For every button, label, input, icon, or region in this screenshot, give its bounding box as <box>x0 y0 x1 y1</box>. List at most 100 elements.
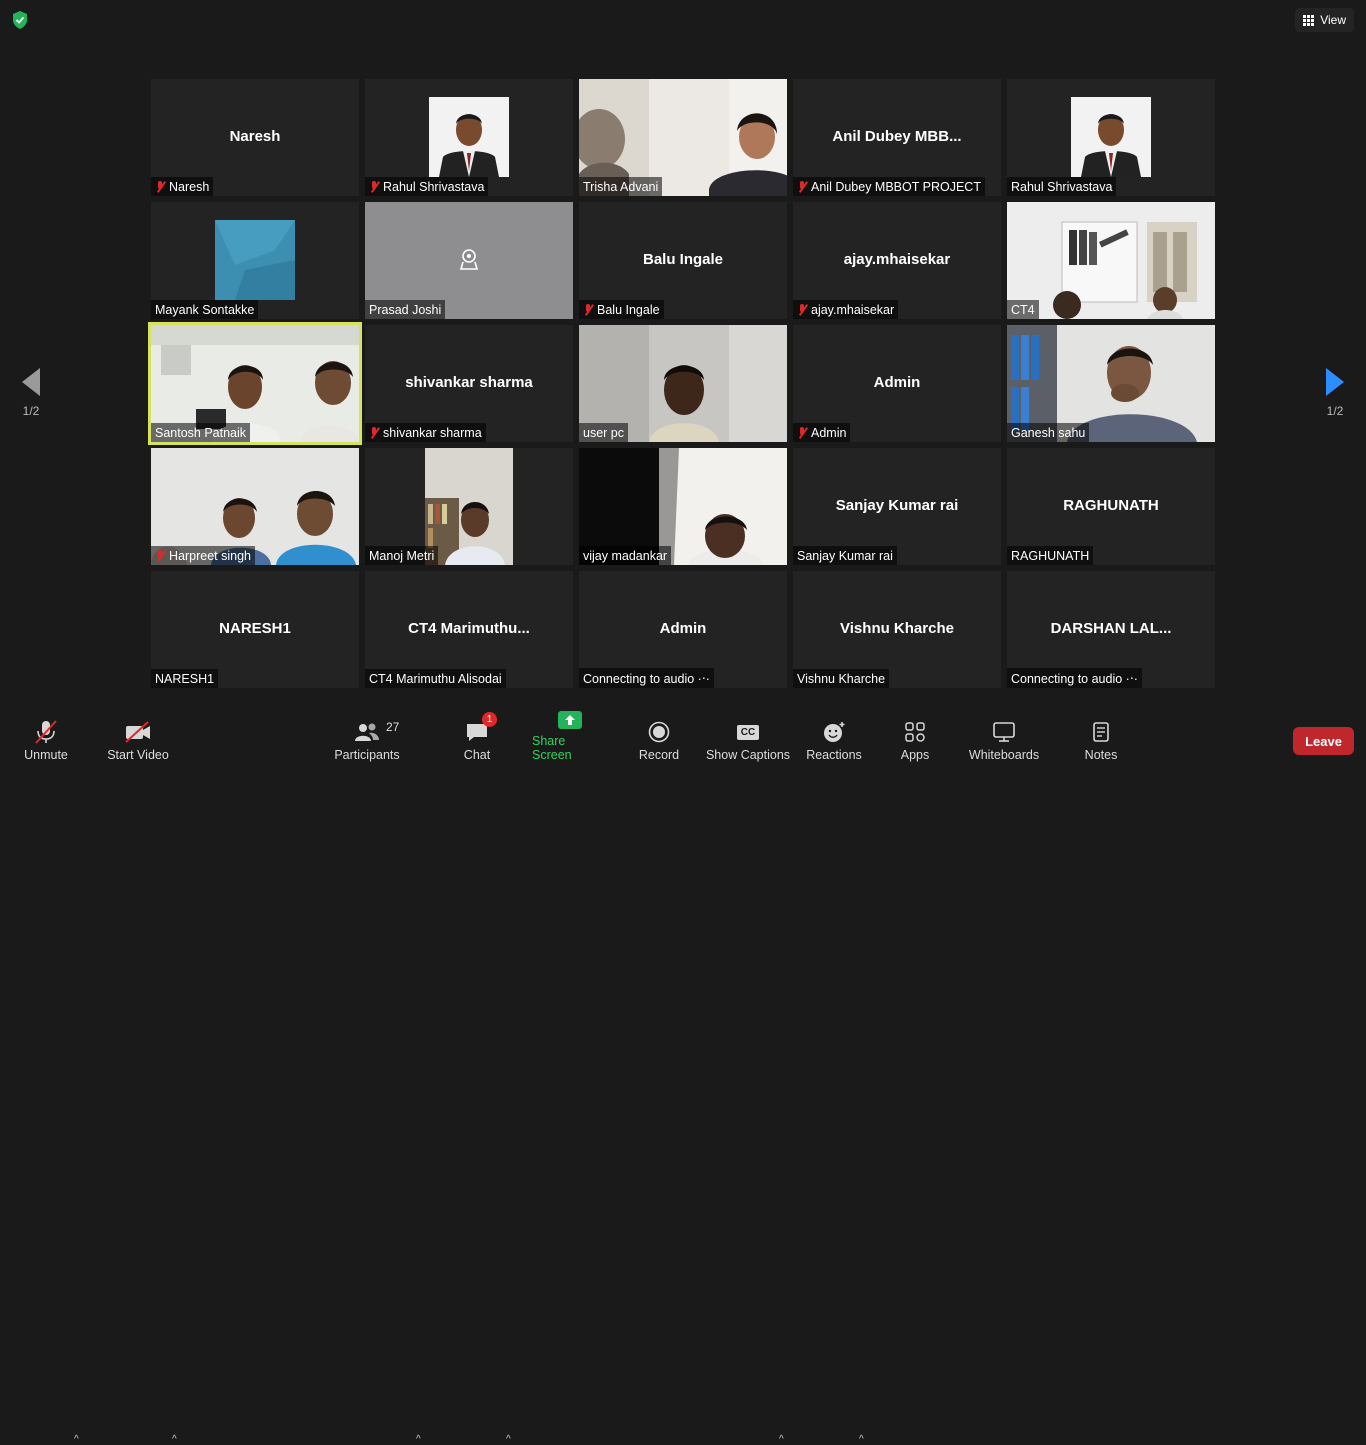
mic-muted-icon <box>583 304 593 316</box>
show-captions-button[interactable]: CC Show Captions <box>705 712 791 768</box>
view-button[interactable]: View <box>1295 8 1354 32</box>
participant-tile[interactable]: CT4 <box>1007 202 1215 319</box>
participant-tile[interactable]: Rahul Shrivastava <box>365 79 573 196</box>
mic-muted-icon <box>369 181 379 193</box>
record-button[interactable]: Record <box>636 712 682 768</box>
participant-label: Manoj Metri <box>365 546 438 565</box>
participant-label: vijay madankar <box>579 546 671 565</box>
participant-name-center: RAGHUNATH <box>1007 496 1215 513</box>
participant-tile[interactable]: ajay.mhaisekar ajay.mhaisekar <box>793 202 1001 319</box>
participant-tile[interactable]: Anil Dubey MBB... Anil Dubey MBBOT PROJE… <box>793 79 1001 196</box>
captions-icon: CC <box>737 720 759 744</box>
unmute-button[interactable]: Unmute <box>18 712 74 768</box>
participant-label: ajay.mhaisekar <box>793 300 898 319</box>
participant-name-center: Admin <box>793 373 1001 390</box>
reactions-options-caret-icon[interactable]: ^ <box>859 1434 864 1445</box>
leave-button[interactable]: Leave <box>1293 727 1354 755</box>
apps-button[interactable]: Apps <box>896 712 934 768</box>
page-indicator-right: 1/2 <box>1327 404 1344 418</box>
participant-label: Prasad Joshi <box>365 300 445 319</box>
participant-tile[interactable]: shivankar sharma shivankar sharma <box>365 325 573 442</box>
participant-label: Admin <box>793 423 850 442</box>
participant-name-center: Anil Dubey MBB... <box>793 127 1001 144</box>
participant-tile[interactable]: Balu Ingale Balu Ingale <box>579 202 787 319</box>
camera-off-icon <box>457 248 481 272</box>
chat-button[interactable]: 1 Chat <box>456 712 498 768</box>
participant-tile[interactable]: Ganesh sahu <box>1007 325 1215 442</box>
participant-tile[interactable]: Naresh Naresh <box>151 79 359 196</box>
participant-name-center: Naresh <box>151 127 359 144</box>
participant-tile[interactable]: vijay madankar <box>579 448 787 565</box>
apps-icon <box>904 720 926 744</box>
meeting-toolbar: Unmute ^ Start Video ^ 27 Participants ^ <box>0 712 1366 768</box>
participant-label: Connecting to audio ·‧· <box>1007 668 1142 688</box>
participant-label: Santosh Patnaik <box>151 423 250 442</box>
participant-name-center: CT4 Marimuthu... <box>365 619 573 636</box>
participant-name-center: Vishnu Kharche <box>793 619 1001 636</box>
mic-muted-icon <box>369 427 379 439</box>
participant-label: user pc <box>579 423 628 442</box>
participant-tile[interactable]: Admin Connecting to audio ·‧· <box>579 571 787 688</box>
participant-label: CT4 Marimuthu Alisodai <box>365 669 506 688</box>
participant-label: CT4 <box>1007 300 1039 319</box>
participant-label: Sanjay Kumar rai <box>793 546 897 565</box>
participant-tile[interactable]: Harpreet singh <box>151 448 359 565</box>
participant-label: Anil Dubey MBBOT PROJECT <box>793 177 985 196</box>
participant-label: Naresh <box>151 177 213 196</box>
participant-tile[interactable]: Trisha Advani <box>579 79 787 196</box>
participant-tile[interactable]: Rahul Shrivastava <box>1007 79 1215 196</box>
mic-muted-icon <box>797 181 807 193</box>
participant-label: Ganesh sahu <box>1007 423 1089 442</box>
video-options-caret-icon[interactable]: ^ <box>172 1434 177 1445</box>
whiteboard-icon <box>992 720 1016 744</box>
participant-tile-active-speaker[interactable]: Santosh Patnaik <box>151 325 359 442</box>
participant-label: Trisha Advani <box>579 177 662 196</box>
share-screen-icon <box>557 710 583 730</box>
grid-icon <box>1303 15 1314 26</box>
participant-name-center: Balu Ingale <box>579 250 787 267</box>
participant-label: Mayank Sontakke <box>151 300 258 319</box>
audio-options-caret-icon[interactable]: ^ <box>74 1434 79 1445</box>
participant-tile[interactable]: Sanjay Kumar rai Sanjay Kumar rai <box>793 448 1001 565</box>
participant-name-center: DARSHAN LAL... <box>1007 619 1215 636</box>
next-page-button[interactable]: 1/2 <box>1320 368 1350 418</box>
notes-button[interactable]: Notes <box>1080 712 1122 768</box>
participants-icon: 27 <box>354 720 380 744</box>
mic-muted-icon <box>797 304 807 316</box>
participant-tile[interactable]: RAGHUNATH RAGHUNATH <box>1007 448 1215 565</box>
whiteboards-button[interactable]: Whiteboards <box>966 712 1042 768</box>
start-video-button[interactable]: Start Video <box>104 712 172 768</box>
participants-count: 27 <box>386 720 399 734</box>
participant-name-center: Admin <box>579 619 787 636</box>
participant-tile[interactable]: NARESH1 NARESH1 <box>151 571 359 688</box>
mic-muted-icon <box>797 427 807 439</box>
participant-label: Rahul Shrivastava <box>1007 177 1116 196</box>
participant-tile[interactable]: Admin Admin <box>793 325 1001 442</box>
participants-options-caret-icon[interactable]: ^ <box>416 1434 421 1445</box>
gallery-grid: Naresh Naresh Rahul Shrivastava <box>151 79 1215 688</box>
video-off-icon <box>124 720 152 744</box>
participants-button[interactable]: 27 Participants <box>333 712 401 768</box>
participant-name-center: NARESH1 <box>151 619 359 636</box>
arrow-left-icon <box>22 368 40 396</box>
participant-name-center: Sanjay Kumar rai <box>793 496 1001 513</box>
participant-label: Harpreet singh <box>151 546 255 565</box>
security-shield-icon[interactable] <box>10 10 30 30</box>
participant-name-center: ajay.mhaisekar <box>793 250 1001 267</box>
captions-options-caret-icon[interactable]: ^ <box>779 1434 784 1445</box>
participant-tile[interactable]: Mayank Sontakke <box>151 202 359 319</box>
participant-tile[interactable]: DARSHAN LAL... Connecting to audio ·‧· <box>1007 571 1215 688</box>
participant-label: Connecting to audio ·‧· <box>579 668 714 688</box>
share-screen-button[interactable]: Share Screen <box>532 712 608 768</box>
participant-tile[interactable]: user pc <box>579 325 787 442</box>
reactions-button[interactable]: Reactions <box>806 712 862 768</box>
profile-photo <box>215 220 295 300</box>
previous-page-button[interactable]: 1/2 <box>16 368 46 418</box>
participant-label: Rahul Shrivastava <box>365 177 488 196</box>
participant-tile[interactable]: Vishnu Kharche Vishnu Kharche <box>793 571 1001 688</box>
participant-tile[interactable]: CT4 Marimuthu... CT4 Marimuthu Alisodai <box>365 571 573 688</box>
participant-tile[interactable]: Manoj Metri <box>365 448 573 565</box>
participant-tile[interactable]: Prasad Joshi <box>365 202 573 319</box>
page-indicator-left: 1/2 <box>23 404 40 418</box>
chat-options-caret-icon[interactable]: ^ <box>506 1434 511 1445</box>
